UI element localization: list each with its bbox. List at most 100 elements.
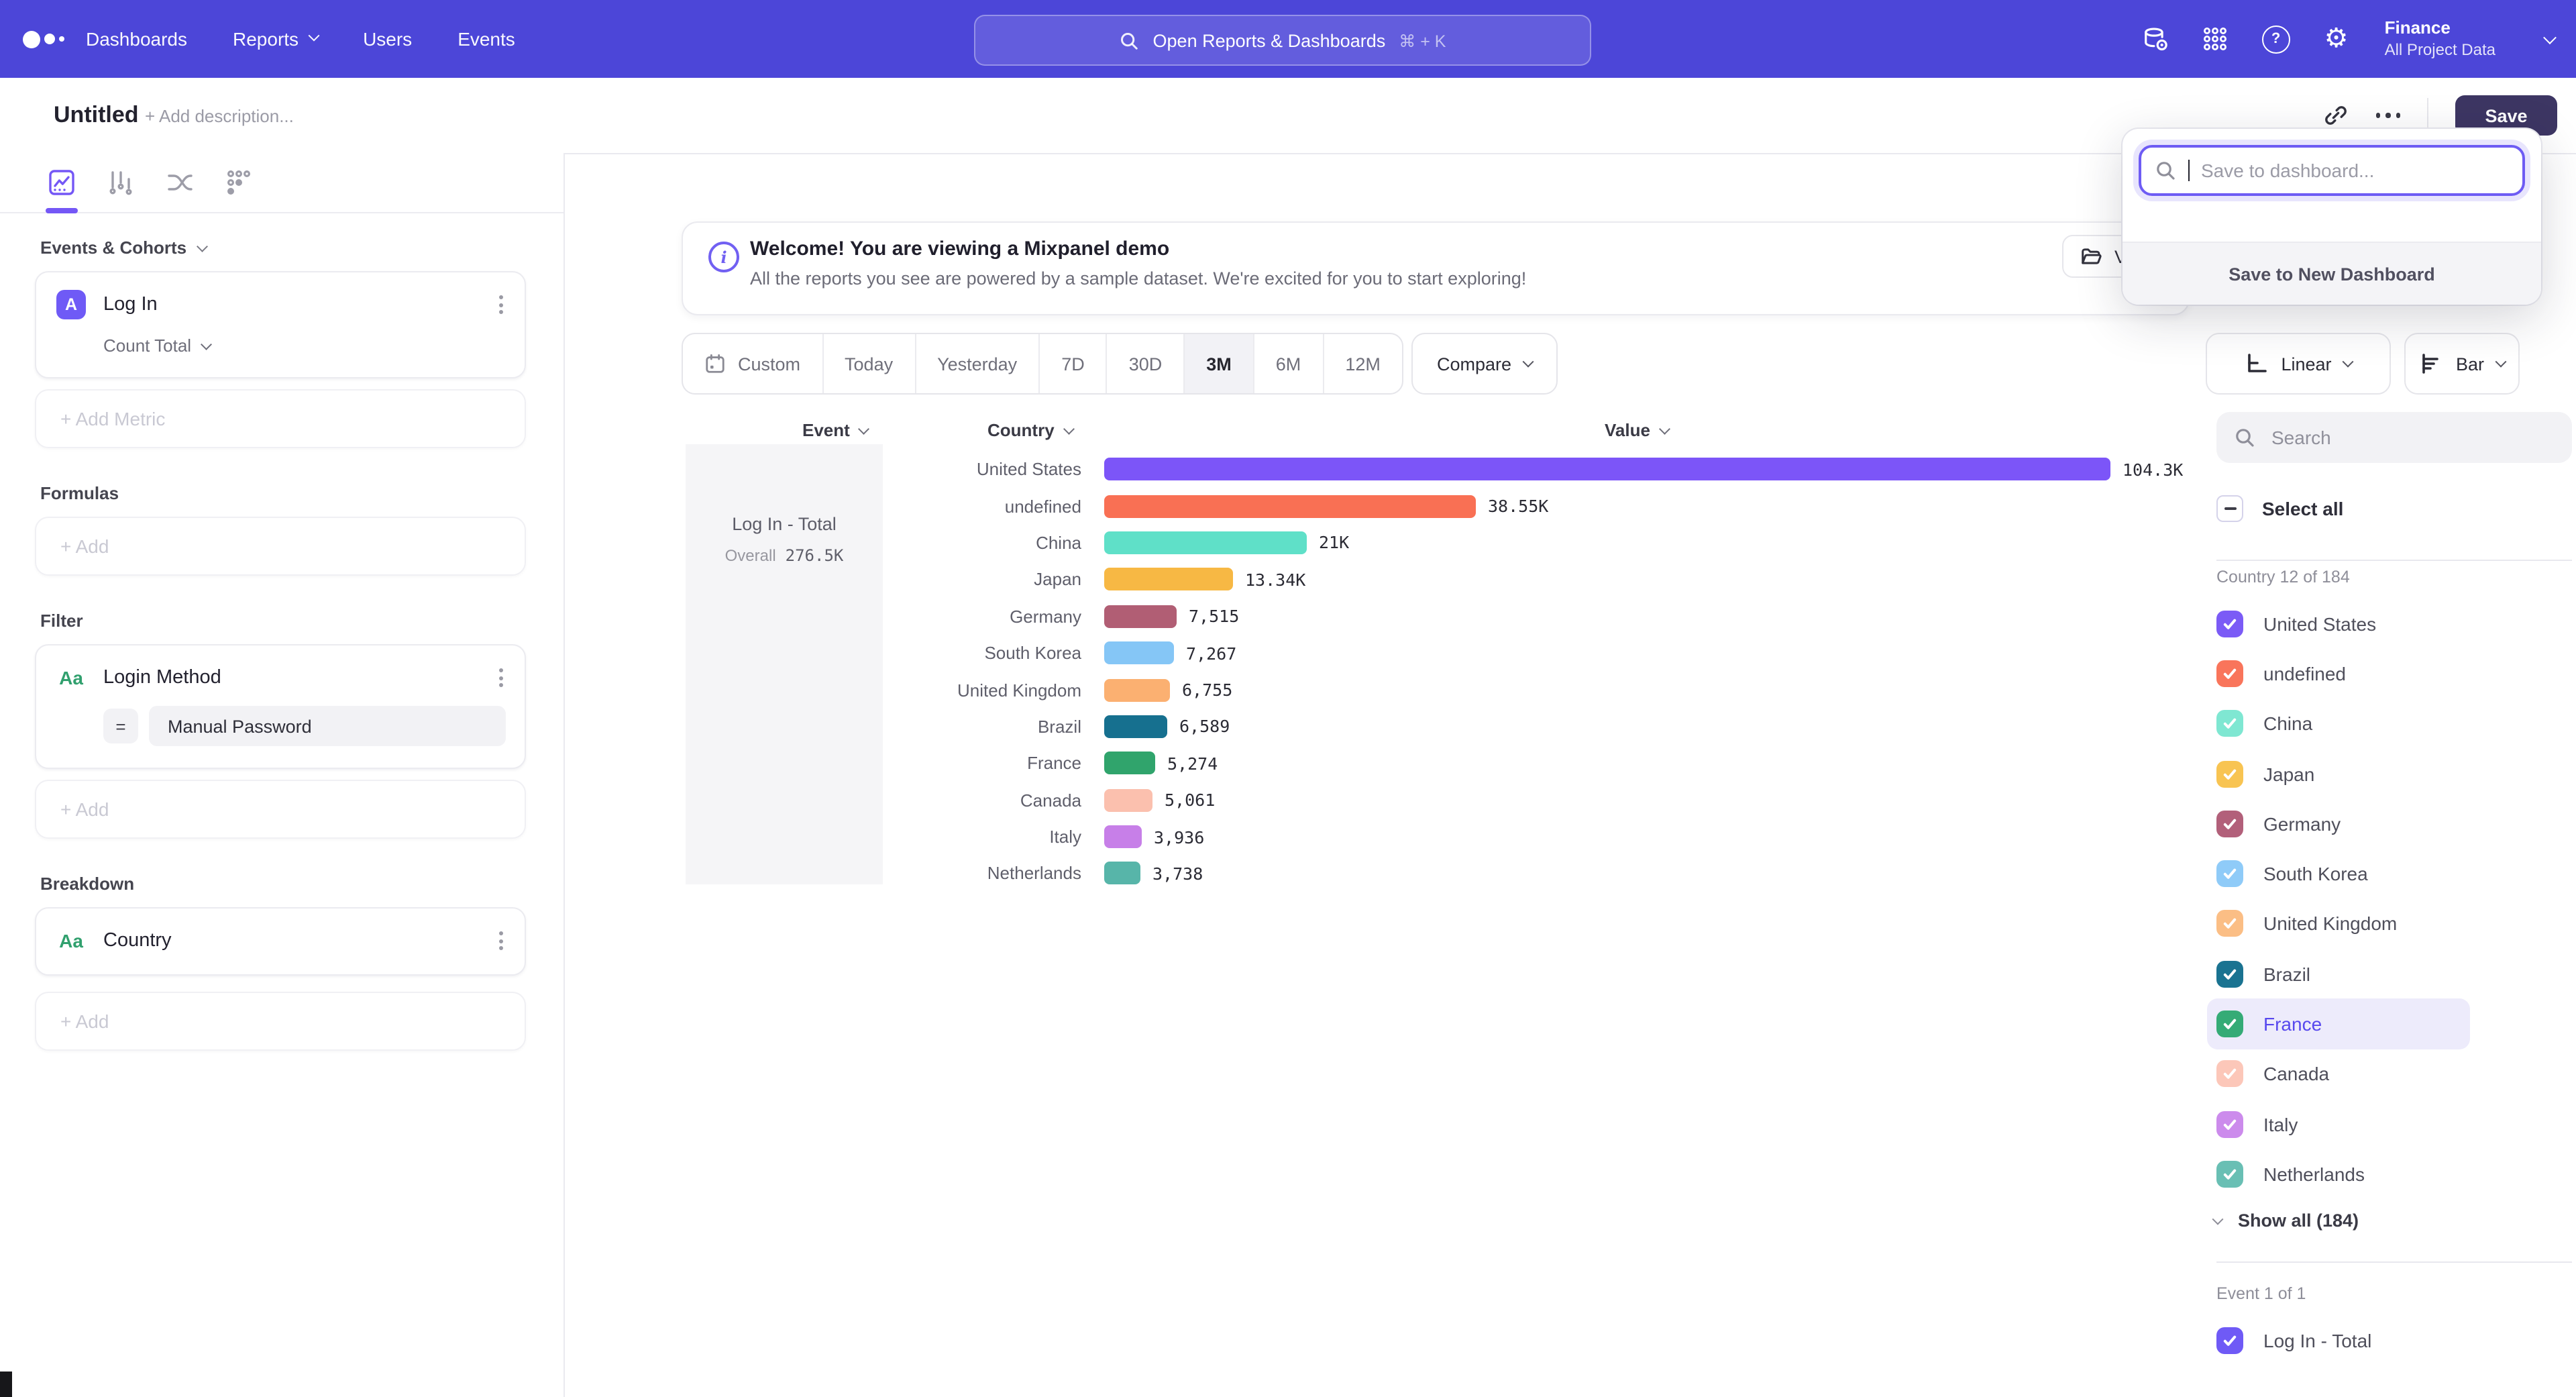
- country-filter-row-netherlands[interactable]: Netherlands: [2207, 1149, 2470, 1200]
- metric-kebab-icon[interactable]: [496, 293, 506, 317]
- bar-value-label: 38.55K: [1488, 496, 1548, 516]
- country-checkbox-japan[interactable]: [2216, 760, 2243, 787]
- project-switcher[interactable]: Finance All Project Data: [2385, 18, 2496, 60]
- global-search-button[interactable]: Open Reports & Dashboards ⌘ + K: [974, 15, 1591, 66]
- overall-value: 276.5K: [786, 546, 844, 565]
- scale-selector-button[interactable]: Linear: [2206, 333, 2391, 395]
- segment-search-input[interactable]: [2269, 425, 2542, 450]
- range-button-12m[interactable]: 12M: [1322, 334, 1402, 393]
- metric-card[interactable]: A Log In Count Total: [35, 271, 526, 378]
- report-title[interactable]: Untitled: [54, 78, 139, 153]
- country-checkbox-italy[interactable]: [2216, 1110, 2243, 1137]
- country-filter-row-japan[interactable]: Japan: [2207, 749, 2470, 799]
- range-button-7d[interactable]: 7D: [1038, 334, 1106, 393]
- country-filter-row-united-states[interactable]: United States: [2207, 599, 2470, 649]
- bar-france[interactable]: [1104, 752, 1155, 775]
- select-all-row[interactable]: Select all: [2216, 495, 2343, 522]
- nav-link-reports[interactable]: Reports: [233, 28, 317, 50]
- bar-south-korea[interactable]: [1104, 641, 1174, 664]
- bar-germany[interactable]: [1104, 605, 1177, 628]
- bar-netherlands[interactable]: [1104, 862, 1140, 885]
- copy-link-icon[interactable]: [2322, 102, 2349, 129]
- event-checkbox[interactable]: [2216, 1327, 2243, 1354]
- help-icon[interactable]: ?: [2261, 24, 2291, 54]
- add-breakdown-button[interactable]: + Add: [35, 992, 526, 1051]
- compare-button[interactable]: Compare: [1411, 333, 1557, 395]
- settings-gear-icon[interactable]: ⚙: [2322, 24, 2351, 54]
- breakdown-property-name[interactable]: Country: [103, 930, 172, 951]
- mixpanel-logo-icon[interactable]: [23, 0, 64, 78]
- events-cohorts-section-label[interactable]: Events & Cohorts: [40, 238, 526, 258]
- country-checkbox-undefined[interactable]: [2216, 660, 2243, 687]
- add-metric-button[interactable]: + Add Metric: [35, 389, 526, 448]
- country-filter-row-canada[interactable]: Canada: [2207, 1049, 2470, 1099]
- filter-card[interactable]: Aa Login Method = Manual Password: [35, 644, 526, 769]
- range-button-yesterday[interactable]: Yesterday: [914, 334, 1038, 393]
- country-checkbox-south-korea[interactable]: [2216, 860, 2243, 887]
- country-checkbox-netherlands[interactable]: [2216, 1161, 2243, 1188]
- country-filter-row-undefined[interactable]: undefined: [2207, 649, 2470, 699]
- bar-brazil[interactable]: [1104, 715, 1167, 738]
- country-checkbox-germany[interactable]: [2216, 811, 2243, 837]
- bar-china[interactable]: [1104, 531, 1307, 554]
- more-options-icon[interactable]: [2375, 113, 2400, 118]
- bar-united-states[interactable]: [1104, 458, 2110, 480]
- chevron-down-icon: [2212, 1213, 2224, 1225]
- filter-value[interactable]: Manual Password: [149, 706, 506, 746]
- range-button-3m[interactable]: 3M: [1183, 334, 1253, 393]
- nav-link-users[interactable]: Users: [363, 28, 412, 50]
- column-header-country[interactable]: Country: [987, 420, 1073, 440]
- show-all-button[interactable]: Show all (184): [2214, 1210, 2359, 1231]
- breakdown-kebab-icon[interactable]: [496, 929, 506, 953]
- bar-japan[interactable]: [1104, 568, 1233, 591]
- select-all-checkbox-indeterminate[interactable]: [2216, 495, 2243, 522]
- metric-aggregation[interactable]: Count Total: [103, 335, 506, 356]
- country-filter-row-brazil[interactable]: Brazil: [2207, 949, 2470, 999]
- range-button-6m[interactable]: 6M: [1253, 334, 1323, 393]
- country-checkbox-canada[interactable]: [2216, 1061, 2243, 1088]
- tab-funnels-icon[interactable]: [105, 166, 137, 199]
- nav-link-dashboards[interactable]: Dashboards: [86, 28, 187, 50]
- event-filter-row[interactable]: Log In - Total: [2216, 1327, 2371, 1354]
- country-checkbox-united-kingdom[interactable]: [2216, 911, 2243, 937]
- project-chevron-down-icon[interactable]: [2543, 30, 2557, 44]
- apps-grid-icon[interactable]: [2201, 24, 2231, 54]
- range-button-30d[interactable]: 30D: [1106, 334, 1184, 393]
- country-checkbox-china[interactable]: [2216, 710, 2243, 737]
- save-dashboard-input[interactable]: [2198, 158, 2509, 183]
- country-filter-row-france[interactable]: France: [2207, 999, 2470, 1049]
- tab-insights-icon[interactable]: [46, 166, 78, 199]
- save-to-new-dashboard-button[interactable]: Save to New Dashboard: [2123, 242, 2541, 305]
- add-filter-button[interactable]: + Add: [35, 780, 526, 839]
- country-checkbox-france[interactable]: [2216, 1011, 2243, 1037]
- data-management-icon[interactable]: [2141, 24, 2170, 54]
- metric-event-name[interactable]: Log In: [103, 294, 158, 315]
- breakdown-card[interactable]: Aa Country: [35, 907, 526, 976]
- nav-link-events[interactable]: Events: [458, 28, 515, 50]
- bar-undefined[interactable]: [1104, 495, 1476, 517]
- save-dashboard-search[interactable]: [2139, 145, 2525, 196]
- bar-united-kingdom[interactable]: [1104, 678, 1170, 701]
- country-filter-row-south-korea[interactable]: South Korea: [2207, 849, 2470, 899]
- range-button-custom[interactable]: Custom: [683, 334, 822, 393]
- bar-canada[interactable]: [1104, 788, 1152, 811]
- add-formula-button[interactable]: + Add: [35, 517, 526, 576]
- range-button-today[interactable]: Today: [822, 334, 914, 393]
- tab-flows-icon[interactable]: [164, 166, 196, 199]
- country-filter-row-united-kingdom[interactable]: United Kingdom: [2207, 899, 2470, 949]
- country-checkbox-united-states[interactable]: [2216, 610, 2243, 637]
- chart-type-button[interactable]: Bar: [2404, 333, 2520, 395]
- country-filter-row-italy[interactable]: Italy: [2207, 1099, 2470, 1149]
- segment-search[interactable]: [2216, 412, 2572, 463]
- country-filter-row-china[interactable]: China: [2207, 698, 2470, 749]
- country-filter-row-germany[interactable]: Germany: [2207, 798, 2470, 849]
- filter-property-name[interactable]: Login Method: [103, 667, 221, 688]
- filter-kebab-icon[interactable]: [496, 666, 506, 690]
- bar-italy[interactable]: [1104, 825, 1142, 848]
- filter-operator[interactable]: =: [103, 709, 138, 743]
- column-header-event[interactable]: Event: [802, 420, 868, 440]
- tab-retention-icon[interactable]: [223, 166, 255, 199]
- column-header-value[interactable]: Value: [1605, 420, 1668, 440]
- add-description-button[interactable]: + Add description...: [145, 78, 294, 153]
- country-checkbox-brazil[interactable]: [2216, 960, 2243, 987]
